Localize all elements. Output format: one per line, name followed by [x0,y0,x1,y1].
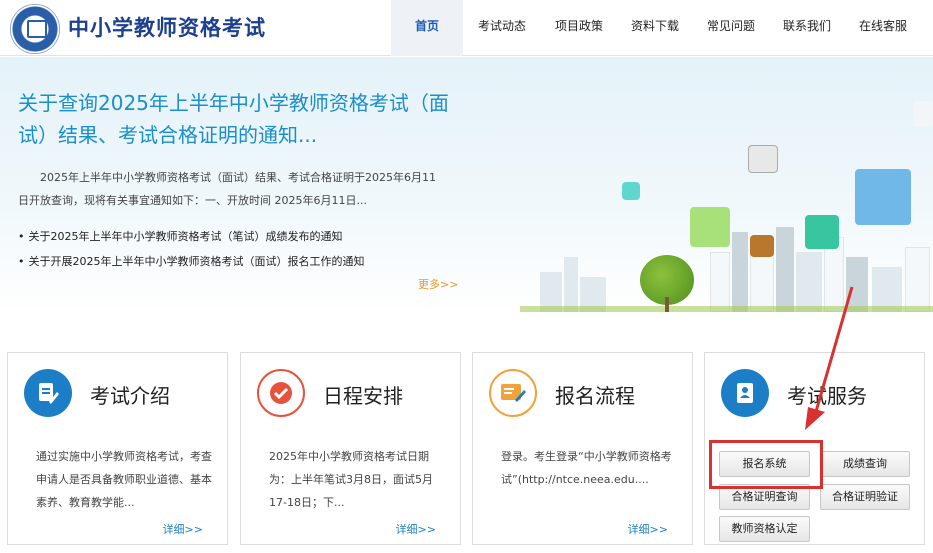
arrow-annotation-icon [805,286,854,430]
